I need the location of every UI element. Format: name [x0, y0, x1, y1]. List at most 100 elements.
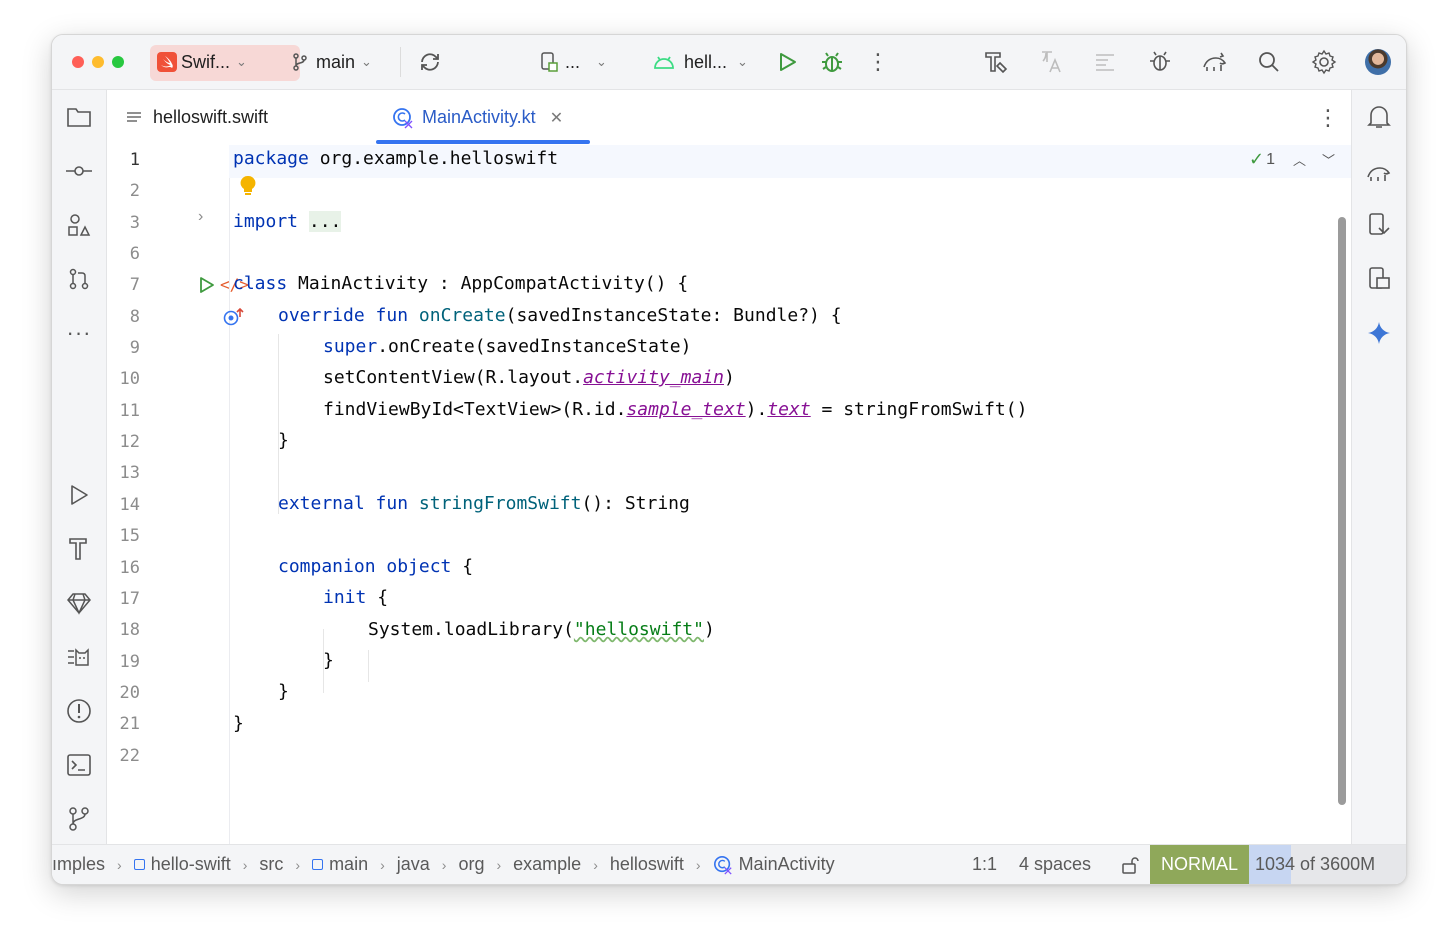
gear-icon[interactable]	[1310, 48, 1338, 76]
right-tool-stripe	[1351, 90, 1406, 845]
more-tools-icon[interactable]: ···	[65, 319, 93, 347]
keyword: import	[233, 211, 299, 232]
title-bar: Swif... ⌄ main ⌄ ... ⌄ hell... ⌄ ⋮	[52, 35, 1406, 90]
zoom-window-button[interactable]	[112, 56, 124, 68]
ai-assistant-icon[interactable]	[1365, 319, 1393, 347]
apply-changes-icon[interactable]	[1092, 48, 1120, 76]
line-number: 21	[119, 714, 140, 734]
gradle-icon[interactable]	[1365, 157, 1393, 185]
code-editor[interactable]: 1 2 3 6 7 8 9 10 11 12 13 14 15 16 17 18…	[107, 145, 1351, 845]
run-icon[interactable]	[773, 48, 801, 76]
code-text: (): String	[581, 493, 690, 514]
inspection-count: 1	[1266, 150, 1275, 168]
memory-indicator[interactable]: 1034 of 3600M	[1249, 845, 1406, 884]
chevron-up-icon[interactable]: ︿	[1293, 150, 1306, 169]
more-actions-icon[interactable]: ⋮	[864, 48, 892, 76]
code-text: System.loadLibrary(	[368, 619, 574, 640]
breadcrumb-item[interactable]: main	[329, 854, 368, 875]
tab-options-icon[interactable]: ⋮	[1317, 90, 1339, 145]
code-line-18: System.loadLibrary("helloswift")	[368, 619, 715, 640]
vertical-scrollbar[interactable]	[1338, 217, 1346, 805]
code-text: MainActivity : AppCompatActivity() {	[287, 273, 689, 294]
inspections-widget[interactable]: ✓ 1 ︿ ﹀	[1249, 149, 1335, 170]
device-manager-icon[interactable]	[1365, 211, 1393, 239]
close-window-button[interactable]	[72, 56, 84, 68]
caret-position[interactable]: 1:1	[972, 845, 997, 884]
code-text: {	[451, 556, 474, 577]
logcat-icon[interactable]	[65, 643, 93, 671]
lightbulb-icon[interactable]	[239, 175, 257, 202]
folded-imports[interactable]: ...	[308, 211, 342, 232]
branch-name: main	[316, 51, 356, 72]
editor-tabs: helloswift.swift MainActivity.kt ✕ ⋮	[107, 90, 1351, 145]
debug-icon[interactable]	[818, 48, 846, 76]
branch-selector[interactable]: main ⌄	[290, 35, 372, 89]
lock-icon[interactable]	[1120, 845, 1140, 884]
code-line-17: init {	[323, 587, 388, 608]
tab-label: helloswift.swift	[153, 107, 269, 127]
breadcrumb-item[interactable]: org	[458, 854, 484, 875]
terminal-icon[interactable]	[65, 751, 93, 779]
structure-icon[interactable]	[65, 211, 93, 239]
module-icon	[312, 859, 324, 870]
function-name: onCreate	[418, 305, 506, 326]
build-tool-icon[interactable]	[65, 535, 93, 563]
attach-debugger-icon[interactable]	[1147, 48, 1175, 76]
minimize-window-button[interactable]	[92, 56, 104, 68]
bell-icon[interactable]	[1365, 103, 1393, 131]
project-selector[interactable]: Swif... ⌄	[157, 35, 247, 89]
line-number: 3	[129, 213, 140, 233]
breadcrumb-item[interactable]: example	[513, 854, 581, 875]
breadcrumb-item[interactable]: helloswift	[610, 854, 684, 875]
chevron-down-icon: ⌄	[596, 54, 607, 69]
line-number: 22	[119, 746, 140, 766]
folder-icon[interactable]	[65, 103, 93, 131]
code-text: .onCreate(savedInstanceState)	[377, 336, 692, 357]
code-line-21: }	[233, 713, 244, 734]
sync-icon[interactable]	[416, 48, 444, 76]
build-hammer-icon[interactable]	[982, 48, 1010, 76]
vim-mode-badge[interactable]: NORMAL	[1150, 845, 1249, 884]
run-gutter-icon[interactable]	[199, 276, 215, 299]
override-marker-icon[interactable]	[223, 307, 245, 332]
pull-requests-icon[interactable]	[65, 265, 93, 293]
run-tool-icon[interactable]	[65, 481, 93, 509]
problems-icon[interactable]	[65, 697, 93, 725]
code-text: ).	[745, 399, 768, 420]
chevron-right-icon: ›	[117, 856, 122, 873]
device-selector[interactable]: ... ⌄	[539, 35, 607, 89]
project-name: Swif...	[181, 51, 231, 72]
keyword: override	[278, 305, 365, 326]
run-config-selector[interactable]: hell... ⌄	[652, 35, 748, 89]
gradle-sync-icon[interactable]	[1201, 48, 1229, 76]
code-line-7: class MainActivity : AppCompatActivity()…	[233, 273, 688, 294]
line-number: 15	[119, 526, 140, 546]
close-icon[interactable]: ✕	[550, 108, 563, 128]
breadcrumb-item[interactable]: hello-swift	[151, 854, 231, 875]
chevron-right-icon: ›	[496, 856, 502, 873]
line-number: 10	[119, 369, 140, 389]
keyword: init	[323, 587, 367, 608]
breadcrumb-item[interactable]: src	[259, 854, 283, 875]
tab-helloswift-swift[interactable]: helloswift.swift	[125, 90, 268, 145]
chevron-down-icon[interactable]: ﹀	[1322, 150, 1335, 169]
gem-icon[interactable]	[65, 589, 93, 617]
indent-setting[interactable]: 4 spaces	[1019, 845, 1091, 884]
indent-guide	[368, 650, 369, 682]
commit-icon[interactable]	[65, 157, 93, 185]
breadcrumb: ımples › hello-swift › src › main › java…	[52, 845, 835, 884]
line-number: 17	[119, 589, 140, 609]
running-devices-icon[interactable]	[1365, 265, 1393, 293]
version-control-icon[interactable]	[65, 805, 93, 833]
tab-mainactivity-kt[interactable]: MainActivity.kt ✕	[392, 90, 563, 145]
fold-chevron-icon[interactable]: ›	[198, 208, 203, 226]
breadcrumb-item[interactable]: MainActivity	[739, 854, 835, 875]
search-icon[interactable]	[1255, 48, 1283, 76]
breadcrumb-item[interactable]: ımples	[52, 854, 105, 875]
avatar[interactable]	[1364, 48, 1392, 76]
line-number: 6	[129, 244, 140, 264]
chevron-right-icon: ›	[295, 856, 301, 873]
translate-icon[interactable]	[1037, 48, 1065, 76]
breadcrumb-item[interactable]: java	[397, 854, 430, 875]
code-text: {	[366, 587, 389, 608]
